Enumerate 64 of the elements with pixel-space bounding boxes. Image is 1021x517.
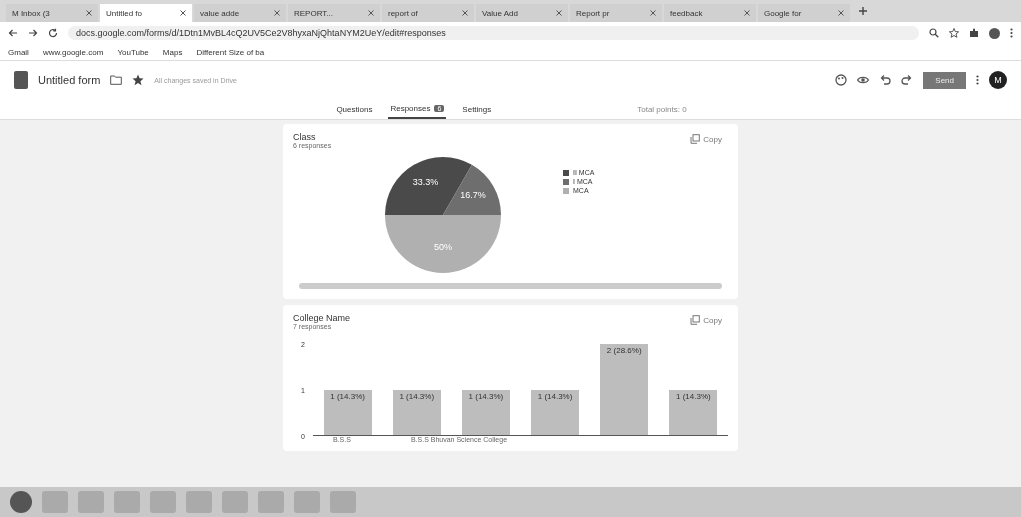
slice-label: 33.3% bbox=[412, 176, 439, 187]
bar-label: 1 (14.3%) bbox=[536, 391, 574, 401]
new-tab-icon[interactable] bbox=[858, 6, 868, 16]
bookmark[interactable]: Gmail bbox=[8, 47, 29, 57]
start-icon[interactable] bbox=[10, 491, 32, 513]
bar-label: 1 (14.3%) bbox=[329, 391, 366, 401]
copy-button[interactable]: Copy bbox=[684, 313, 728, 327]
back-icon[interactable] bbox=[8, 28, 18, 38]
eye-icon[interactable] bbox=[857, 74, 870, 86]
copy-button[interactable]: Copy bbox=[684, 132, 728, 146]
more-icon[interactable] bbox=[976, 75, 979, 85]
forward-icon[interactable] bbox=[28, 28, 38, 38]
close-icon[interactable] bbox=[180, 10, 186, 16]
star-icon[interactable] bbox=[132, 74, 145, 86]
legend-swatch bbox=[563, 187, 569, 194]
browser-tab[interactable]: value adde bbox=[194, 4, 286, 22]
bar-label: 2 (28.6%) bbox=[605, 346, 643, 355]
legend-swatch bbox=[563, 169, 569, 176]
avatar[interactable]: M bbox=[989, 71, 1007, 89]
browser-tab[interactable]: Untitled fo bbox=[100, 4, 192, 22]
question-title: Class bbox=[293, 132, 317, 142]
send-button[interactable]: Send bbox=[923, 71, 966, 89]
profile-icon[interactable] bbox=[989, 27, 1000, 39]
close-icon[interactable] bbox=[368, 10, 374, 16]
browser-tab[interactable]: Value Add bbox=[476, 4, 568, 22]
question-title: College Name bbox=[293, 313, 351, 323]
browser-tab[interactable]: M Inbox (3 bbox=[6, 4, 98, 22]
star-icon[interactable] bbox=[949, 28, 959, 38]
close-icon[interactable] bbox=[650, 10, 656, 16]
close-icon[interactable] bbox=[838, 10, 844, 16]
search-icon[interactable] bbox=[929, 28, 939, 38]
folder-icon[interactable] bbox=[110, 74, 123, 86]
address-field[interactable]: docs.google.com/forms/d/1Dtn1MvBL4cQ2UV5Ce2V8hyxaNjQhtaNYM2UeY/edit#responses bbox=[68, 26, 919, 40]
form-title[interactable]: Untitled form bbox=[38, 74, 101, 86]
bookmark[interactable]: Different Size of ba bbox=[196, 47, 265, 57]
redo-icon[interactable] bbox=[901, 74, 914, 86]
browser-tab[interactable]: Report pr bbox=[570, 4, 662, 22]
copy-icon bbox=[690, 315, 701, 325]
close-icon[interactable] bbox=[86, 10, 92, 16]
browser-tab[interactable]: report of bbox=[382, 4, 474, 22]
browser-tab[interactable]: feedback bbox=[664, 4, 756, 22]
slice-label: 16.7% bbox=[460, 189, 486, 200]
bookmark[interactable]: www.google.com bbox=[42, 47, 104, 57]
slice-label: 50% bbox=[434, 241, 452, 252]
bar-label: 1 (14.3%) bbox=[675, 391, 712, 401]
form-tab[interactable]: Settings bbox=[460, 100, 494, 118]
form-tab[interactable]: Questions bbox=[334, 100, 375, 118]
total-points: Total points: 0 bbox=[637, 104, 687, 114]
more-icon[interactable] bbox=[1010, 28, 1013, 38]
bookmark[interactable]: Maps bbox=[162, 47, 183, 57]
bar-label: 1 (14.3%) bbox=[398, 391, 436, 401]
browser-tab[interactable]: Google for bbox=[758, 4, 850, 22]
scrollbar[interactable] bbox=[299, 283, 722, 289]
reload-icon[interactable] bbox=[48, 28, 58, 38]
copy-icon bbox=[690, 134, 701, 144]
close-icon[interactable] bbox=[462, 10, 468, 16]
undo-icon[interactable] bbox=[879, 74, 892, 86]
close-icon[interactable] bbox=[744, 10, 750, 16]
bar-label: 1 (14.3%) bbox=[467, 391, 505, 401]
close-icon[interactable] bbox=[274, 10, 280, 16]
close-icon[interactable] bbox=[556, 10, 562, 16]
browser-tab[interactable]: REPORT... bbox=[288, 4, 380, 22]
legend-swatch bbox=[563, 178, 569, 185]
bookmark[interactable]: YouTube bbox=[117, 47, 149, 57]
